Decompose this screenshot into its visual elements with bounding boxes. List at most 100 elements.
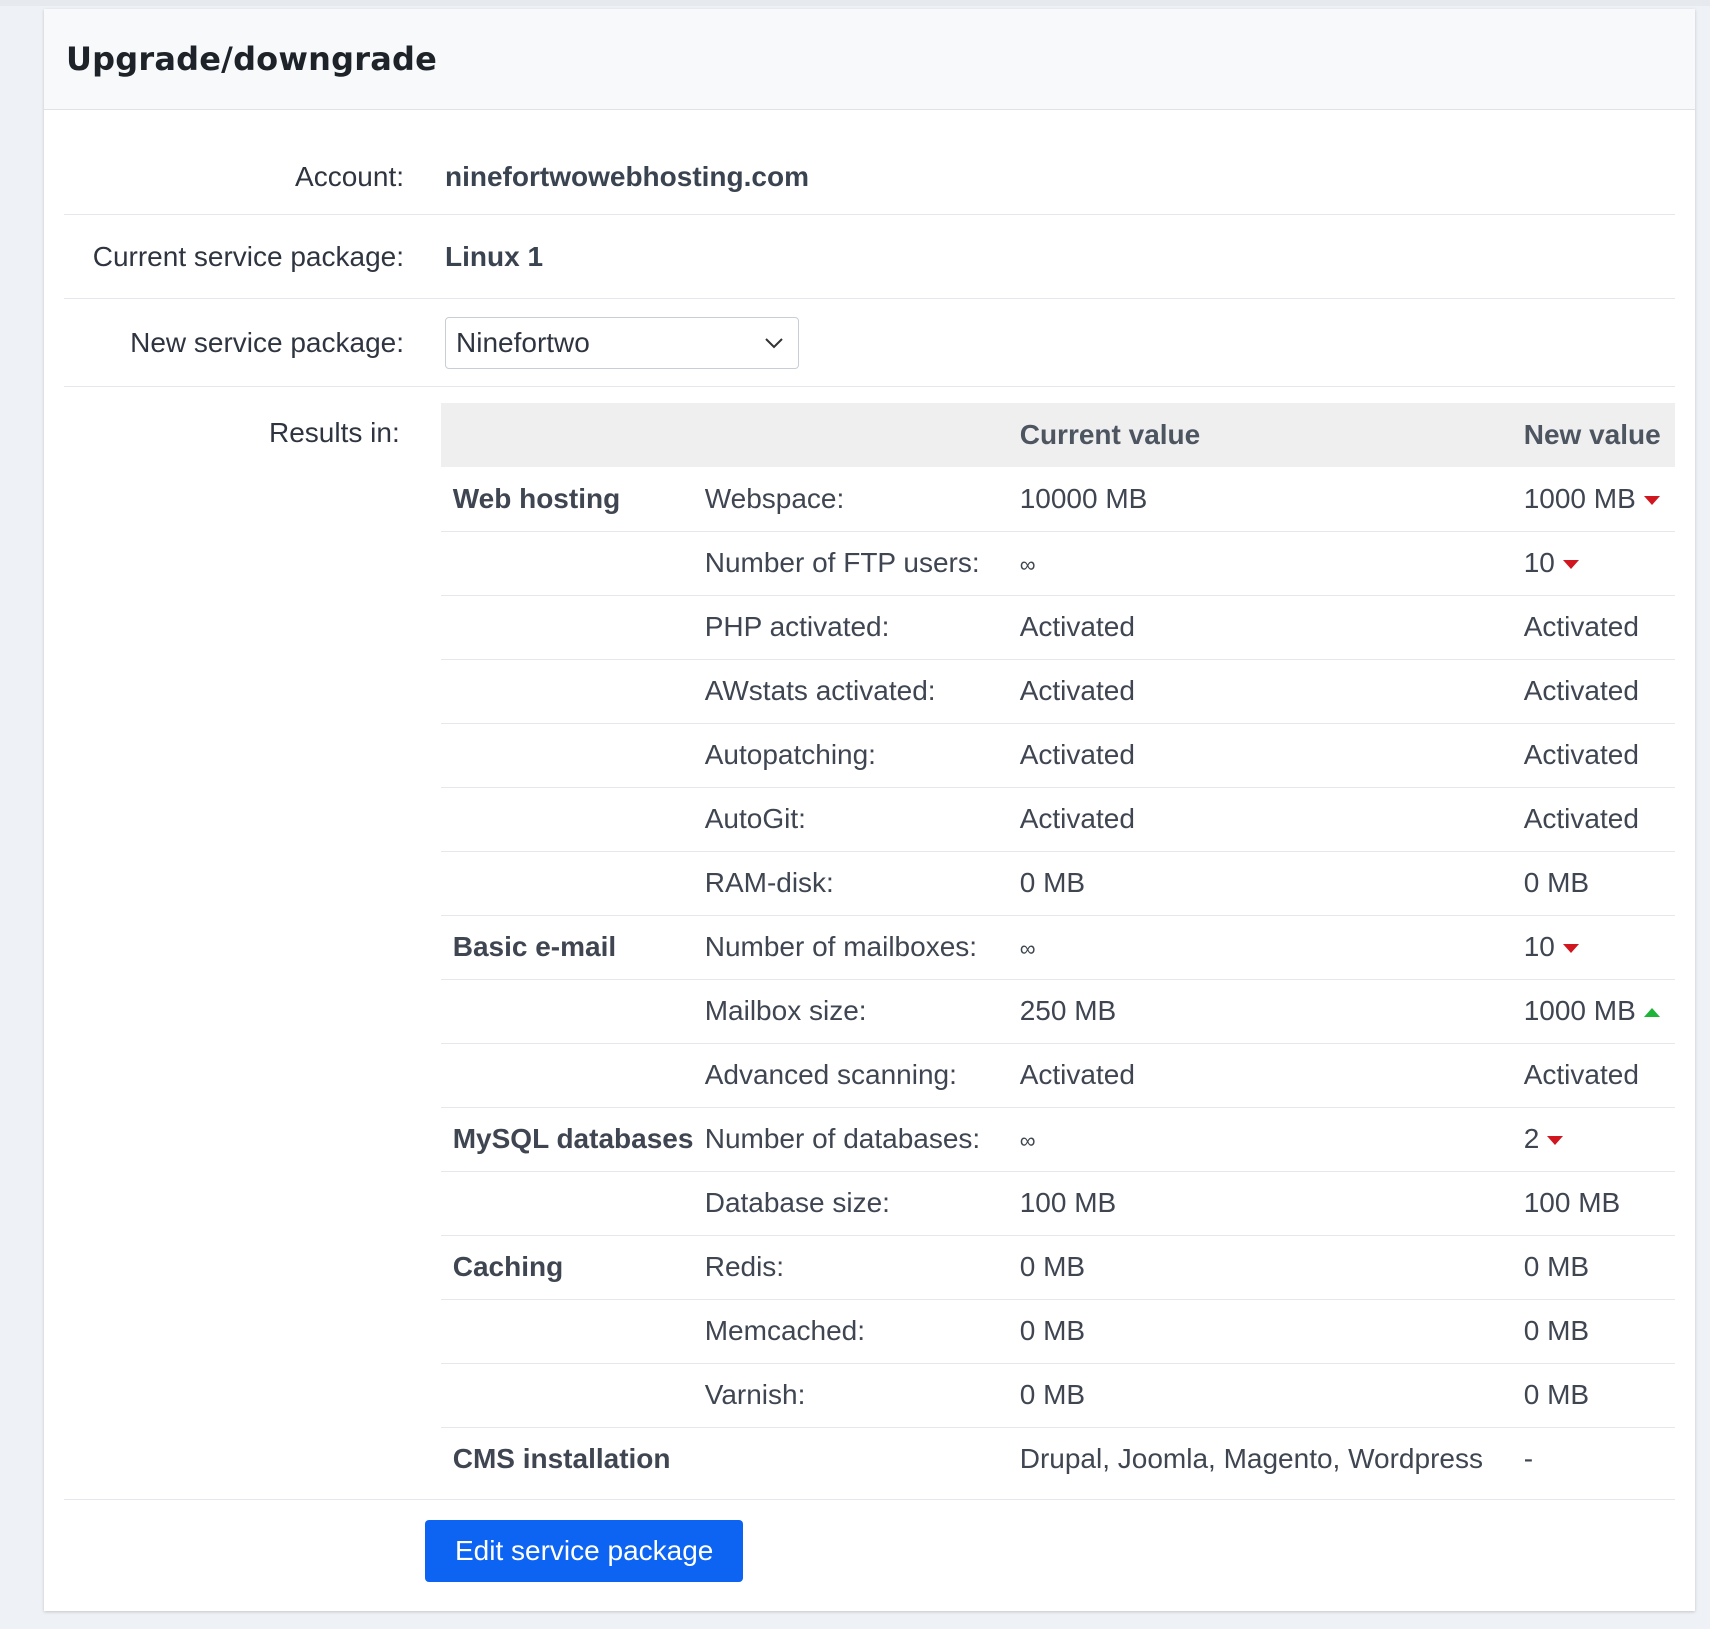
row-new-value-text: 1000 MB [1523,995,1636,1026]
row-current-value-text: Activated [1019,1059,1135,1090]
row-new-value-text: 1000 MB [1523,482,1636,514]
new-package-label: New service package: [130,326,404,358]
panel-body: Account: ninefortwowebhosting.com Curren… [44,110,1695,1582]
row-label: Webspace: [704,467,1020,532]
row-label-text: Varnish: [704,1379,806,1410]
edit-service-package-button[interactable]: Edit service package [425,1520,744,1582]
row-new-value: 0 MB [1523,1363,1675,1428]
row-group [440,1043,705,1108]
row-current-value-text: Activated [1019,675,1135,706]
row-label: Number of FTP users: [704,531,1020,596]
row-group: Web hosting [440,467,705,532]
results-body: Web hosting Webspace: 10000 MB 1000 MB Numbe… [440,467,1675,1491]
row-group [440,595,705,660]
header-current-value: Current value [1019,403,1524,467]
row-current-value: Drupal, Joomla, Magento, Wordpress [1020,1427,1524,1491]
row-label: Number of mailboxes: [704,915,1020,980]
row-label: Autopatching: [704,723,1020,788]
row-group [440,723,705,788]
table-row: Web hosting Webspace: 10000 MB 1000 MB [440,467,1675,532]
row-new-value-text: Activated [1523,611,1639,642]
row-group [440,659,705,724]
table-row: Basic e-mail Number of mailboxes: ∞ 10 [440,915,1675,980]
row-new-value-text: 10 [1523,547,1555,578]
row-label-text: Number of FTP users: [704,547,980,578]
row-group-text: CMS installation [452,1443,671,1475]
account-label: Account: [295,161,404,192]
row-label-text: RAM-disk: [704,867,834,898]
row-label-text: Autopatching: [704,739,876,770]
row-label-text: AutoGit: [704,803,806,834]
row-group-text: MySQL databases [452,1123,694,1154]
account-row: Account: ninefortwowebhosting.com [64,110,1675,215]
row-label: Memcached: [704,1299,1020,1364]
table-row: Mailbox size: 250 MB 1000 MB [440,979,1675,1044]
row-new-value-text: 0 MB [1523,867,1590,898]
actions-row: Edit service package [64,1500,1675,1582]
row-new-value-text: 10 [1523,931,1555,962]
row-current-value: ∞ [1019,915,1524,980]
new-package-row: New service package: Ninefortwo [64,299,1675,387]
table-row: MySQL databases Number of databases: ∞ 2 [440,1107,1675,1172]
row-new-value: Activated [1523,595,1675,660]
new-package-select[interactable]: Ninefortwo [445,316,799,369]
table-row: Number of FTP users: ∞ 10 [440,531,1675,596]
row-group [440,787,705,852]
row-new-value-text: 0 MB [1523,1315,1590,1346]
row-new-value: 10 [1523,531,1675,596]
row-group [440,1363,705,1428]
row-current-value-text: 0 MB [1019,1379,1086,1410]
row-current-value: 0 MB [1019,1299,1524,1364]
table-row: Autopatching: Activated Activated [440,723,1675,788]
row-group: CMS installation [441,1427,705,1491]
row-new-value: Activated [1523,723,1675,788]
row-group [440,1299,705,1364]
table-row: Caching Redis: 0 MB 0 MB [440,1235,1675,1300]
current-package-label: Current service package: [92,240,404,272]
new-package-selected-value: Ninefortwo [456,326,590,358]
account-value: ninefortwowebhosting.com [445,161,809,192]
results-row: Results in: Current value New value Web … [64,387,1675,1500]
row-label [705,1427,1020,1491]
row-label-text: Advanced scanning: [704,1059,957,1090]
table-row: Advanced scanning: Activated Activated [440,1043,1675,1108]
triangle-down-icon [1643,495,1660,505]
results-header-row: Current value New value [440,403,1675,467]
table-row: Varnish: 0 MB 0 MB [440,1363,1675,1428]
row-label: AWstats activated: [704,659,1020,724]
top-border [0,0,1710,6]
triangle-down-icon [1562,560,1579,570]
row-new-value: 1000 MB [1523,467,1675,532]
row-label-text: Memcached: [704,1315,866,1346]
row-current-value-text: 0 MB [1019,1315,1086,1346]
row-new-value: Activated [1523,1043,1675,1108]
header-group [440,403,705,467]
row-group [440,531,705,596]
row-current-value-text: ∞ [1019,1128,1036,1153]
triangle-up-icon [1643,1008,1660,1018]
row-new-value-text: 0 MB [1523,1251,1590,1282]
row-current-value: 0 MB [1019,1235,1524,1300]
row-new-value-text: 100 MB [1523,1187,1621,1218]
row-current-value-text: 0 MB [1019,1251,1086,1282]
row-current-value: 0 MB [1019,851,1524,916]
row-group: Caching [440,1235,705,1300]
row-label: Varnish: [704,1363,1020,1428]
row-current-value: 100 MB [1019,1171,1524,1236]
row-new-value-text: Activated [1523,1059,1639,1090]
current-package-value: Linux 1 [445,240,544,272]
row-label: AutoGit: [704,787,1020,852]
row-label: Advanced scanning: [704,1043,1020,1108]
row-current-value-text: 0 MB [1019,867,1086,898]
results-label: Results in: [269,417,400,448]
row-new-value: 0 MB [1523,1299,1675,1364]
header-new-value: New value [1523,403,1675,467]
row-current-value: 0 MB [1019,1363,1524,1428]
row-current-value: ∞ [1019,1107,1524,1172]
row-label-text: Mailbox size: [704,995,867,1026]
row-new-value: 2 [1523,1107,1675,1172]
row-label-text: Database size: [704,1187,890,1218]
row-group [440,851,705,916]
row-current-value-text: Activated [1019,739,1135,770]
new-package-field: Ninefortwo [445,316,799,369]
